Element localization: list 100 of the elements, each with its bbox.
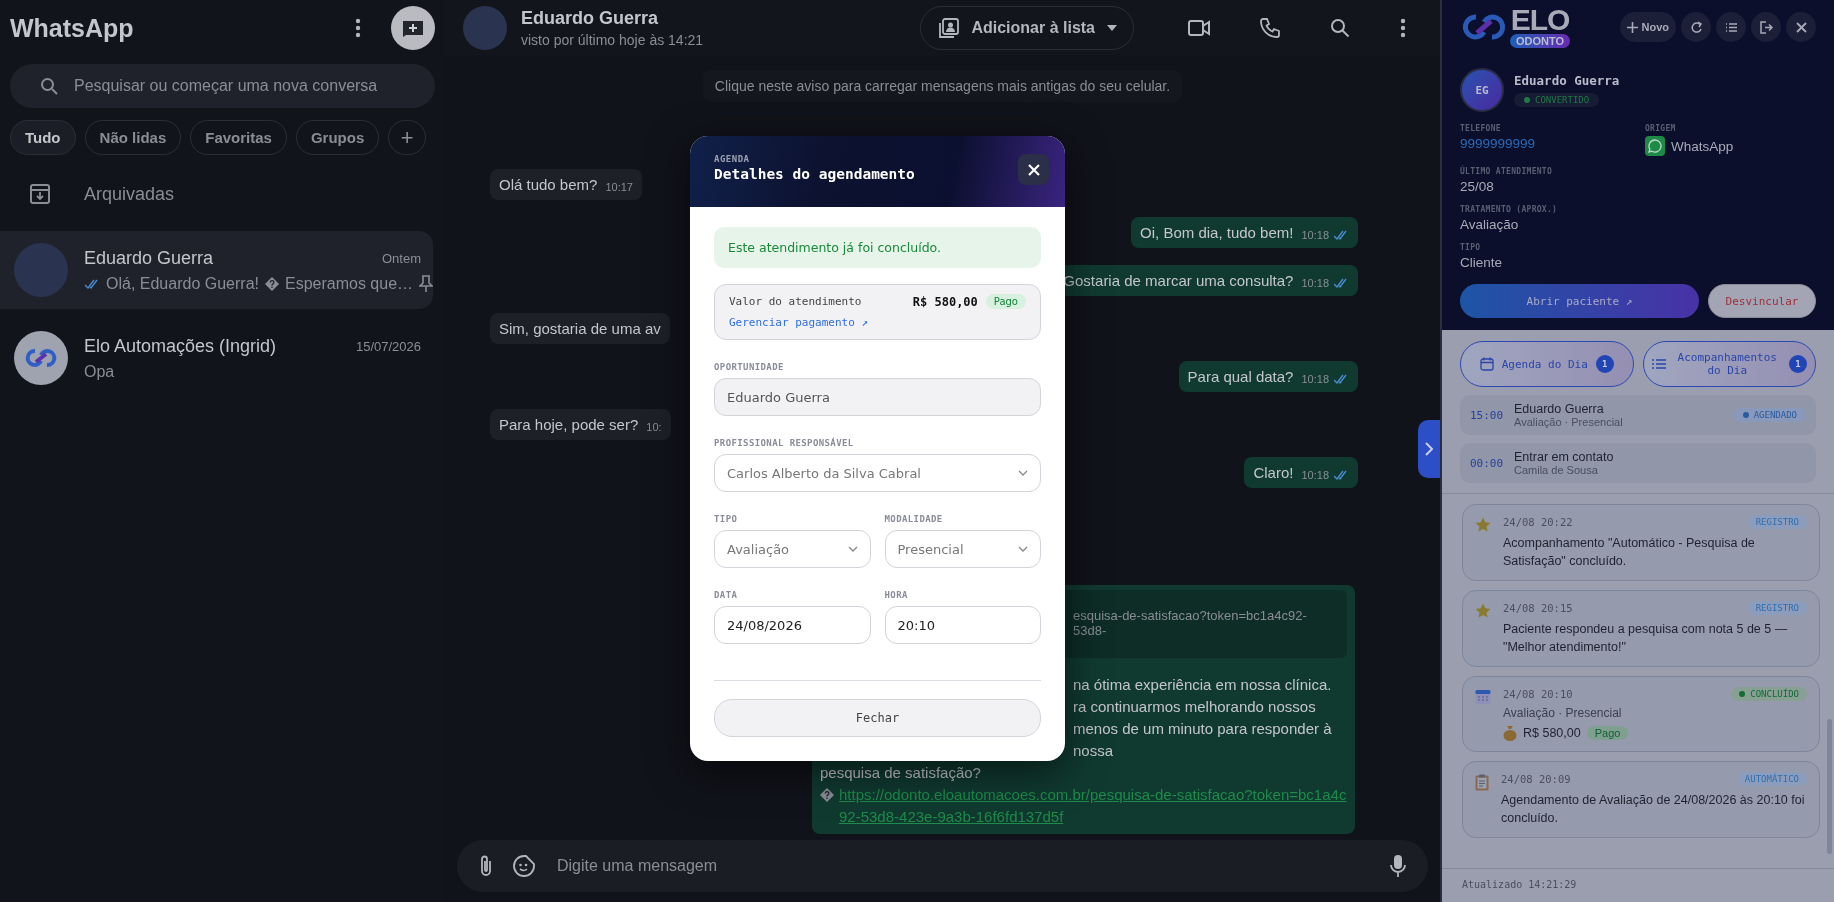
appointment-details: Camila de Sousa [1514,463,1599,476]
avatar-placeholder [463,6,507,50]
tag-label: CONCLUÍDO [1731,687,1807,701]
linked-rings-icon [24,347,58,369]
last-seen-text: visto por último hoje às 14:21 [521,32,705,48]
payment-label: Valor do atendimento [729,295,863,308]
amount-text: R$ 580,00 [1523,726,1581,740]
paid-badge: Pago [1586,726,1629,740]
status-badge: AGENDADO [1733,408,1806,422]
close-button[interactable] [1018,154,1049,185]
video-call-icon[interactable] [1188,19,1210,37]
paid-badge: Pago [985,294,1026,309]
logout-icon [1759,20,1773,34]
timeline-text: Acompanhamento "Automático - Pesquisa de Satisfação" concluído. [1503,535,1756,570]
chevron-down-icon [1018,546,1028,552]
message-input[interactable]: Digite uma mensagem [457,840,1428,892]
close-dialog-button[interactable]: Fechar [714,699,1041,737]
clipboard-icon [1475,774,1489,791]
chat-list-item[interactable]: Elo Automações (Ingrid) 15/07/2026 Opa [0,319,433,397]
close-button[interactable] [1786,12,1816,42]
menu-icon[interactable] [355,18,361,38]
timeline-date: 24/08 20:15 [1503,602,1574,614]
panel-tab[interactable]: Acompanhamentos do Dia 1 [1642,341,1816,387]
input-field[interactable]: Eduardo Guerra [714,378,1041,416]
paperclip-icon[interactable] [479,854,493,878]
appointment-time: 15:00 [1470,408,1505,422]
message-link[interactable]: https://odonto.eloautomacoes.com.br/pesquisa-de-satisfacao?token=bc1a4c92-53d8-423e-9a3b-16f6fd137d5f [839,784,1347,828]
plus-icon [1626,21,1638,33]
field-label: ORIGEM [1645,124,1677,133]
tag-label: AUTOMÁTICO [1736,772,1807,786]
message-text: Para qual data? [1187,368,1294,385]
phone-icon[interactable] [1260,18,1280,38]
field-label: TELEFONE [1460,124,1502,133]
archived-link[interactable]: Arquivadas [84,183,175,205]
close-icon [1794,20,1808,34]
timeline-date: 24/08 20:22 [1503,516,1574,528]
expand-panel-button[interactable] [1418,420,1440,478]
app-title: WhatsApp [10,13,135,43]
new-button[interactable]: Novo [1619,12,1676,42]
dropdown[interactable]: Avaliação [714,530,871,568]
appointment-time: 00:00 [1470,456,1505,470]
chevron-down-icon [847,546,858,552]
dropdown[interactable]: Presencial [884,530,1041,568]
new-chat-button[interactable] [391,6,435,50]
search-icon [40,77,58,95]
message-preview: Esperamos que… [284,274,414,293]
message-time: 10:18 [1301,277,1329,289]
refresh-button[interactable] [1681,12,1711,42]
microphone-icon[interactable] [1390,854,1406,878]
message-text: ra continuarmos melhorando nossos [1073,697,1317,717]
dropdown[interactable]: Carlos Alberto da Silva Cabral [714,454,1041,492]
input-field[interactable]: 20:10 [884,606,1041,644]
phone-link[interactable]: 9999999999 [1460,136,1645,151]
contact-name: Eduardo Guerra [1514,73,1620,88]
field-value: Avaliação [1460,217,1520,232]
count-badge: 1 [1789,355,1807,373]
contact-name: Eduardo Guerra [84,247,215,269]
logo-badge: ODONTO [1510,34,1571,48]
menu-icon[interactable] [1400,18,1406,38]
chat-time: Ontem [382,250,421,266]
unlink-button[interactable]: Desvincular [1708,284,1816,318]
message-text: Olá tudo bem? [499,176,598,193]
contact-name: Eduardo Guerra [521,8,660,29]
message-time: 10:18 [1301,469,1329,481]
status-badge: CONVERTIDO [1514,93,1600,107]
load-older-notice[interactable]: Clique neste aviso para carregar mensagens mais antigas do seu celular. [702,70,1183,102]
chat-time: 15/07/2026 [355,338,421,354]
logout-button[interactable] [1751,12,1781,42]
message-text: Claro! [1253,464,1294,481]
appointment-details: Avaliação · Presencial [1514,415,1624,428]
search-field[interactable]: Pesquisar ou começar uma nova conversa [10,64,435,108]
message-time: 10: [646,421,662,433]
field-label: OPORTUNIDADE [714,362,785,372]
sticker-icon[interactable] [513,855,535,877]
appointment-title: Eduardo Guerra [1514,402,1605,416]
manage-payment-link[interactable]: Gerenciar pagamento ↗ [729,316,869,329]
tag-label: REGISTRO [1747,601,1807,615]
input-field[interactable]: 24/08/2026 [714,606,871,644]
payment-amount: R$ 580,00 [912,294,978,309]
message-text: pesquisa de satisfação? [820,763,982,783]
scrollbar[interactable] [1827,719,1832,854]
panel-tab[interactable]: Agenda do Dia 1 [1460,341,1634,387]
search-icon[interactable] [1330,18,1350,38]
money-bag-icon [1503,725,1517,741]
unknown-character-icon [820,788,834,802]
field-label: MODALIDADE [884,514,944,524]
list-button[interactable] [1716,12,1746,42]
caret-icon [1107,25,1117,31]
open-patient-button[interactable]: Abrir paciente ↗ [1460,284,1699,318]
message-text: menos de um minuto para responder à nossa [1073,719,1333,761]
chat-list-item[interactable]: Eduardo Guerra Ontem Olá, Eduardo Guerra! Esperamos que… [0,231,433,309]
contact-card-icon [939,18,960,38]
field-label: PROFISSIONAL RESPONSÁVEL [714,438,855,448]
field-label: ÚLTIMO ATENDIMENTO [1460,167,1554,176]
filter-chip[interactable]: Tudo [10,120,76,155]
message-text: Gostaria de marcar uma consulta? [1063,272,1294,289]
archive-icon[interactable] [30,184,50,204]
timeline-date: 24/08 20:09 [1501,773,1572,785]
linked-rings-icon [1460,12,1508,42]
star-icon [1475,603,1491,619]
